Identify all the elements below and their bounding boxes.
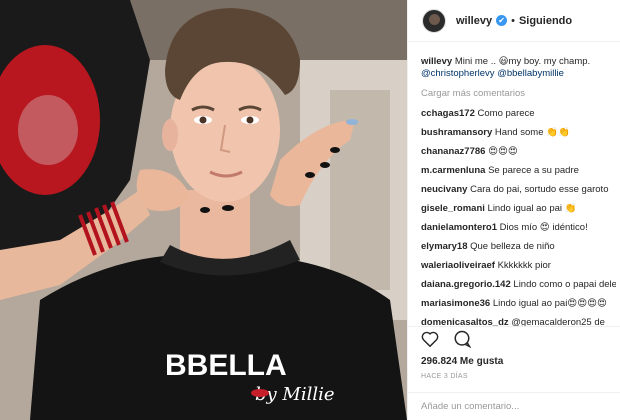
post-photo[interactable]: BBELLA by Millie bbox=[0, 0, 407, 420]
comment-username[interactable]: daiana.gregorio.142 bbox=[421, 279, 511, 290]
comment-text: Lindo como o papai dele.😍😍😍 bbox=[513, 279, 616, 290]
comment-text: Se parece a su padre bbox=[488, 165, 579, 176]
comment-username[interactable]: neucivany bbox=[421, 184, 467, 195]
likes-count[interactable]: 296.824 Me gusta bbox=[421, 356, 503, 367]
comment-row: cchagas172 Como parece bbox=[421, 108, 616, 120]
comment-username[interactable]: gisele_romani bbox=[421, 203, 485, 214]
comment-username[interactable]: bushramansory bbox=[421, 127, 492, 138]
comment-row: mariasimone36 Lindo igual ao pai😍😍😍😍 bbox=[421, 298, 616, 310]
comment-row: daiana.gregorio.142 Lindo como o papai d… bbox=[421, 279, 616, 291]
heart-icon[interactable] bbox=[421, 331, 439, 352]
comment-text: Kkkkkkk pior bbox=[497, 260, 551, 271]
comment-text: Lindo igual ao pai 👏 bbox=[487, 203, 577, 214]
comment-row: danielamontero1 Dios mío 😍 idéntico! bbox=[421, 222, 616, 234]
post-header: willevy ✔ • Siguiendo bbox=[408, 0, 620, 42]
comment-row: bushramansory Hand some 👏👏 bbox=[421, 127, 616, 139]
comment-row: neucivany Cara do pai, sortudo esse garo… bbox=[421, 184, 616, 196]
comment-row: elymary18 Que belleza de niño bbox=[421, 241, 616, 253]
header-separator: • bbox=[511, 14, 515, 27]
comment-text: Lindo igual ao pai😍😍😍😍 bbox=[492, 298, 607, 309]
load-more-comments-link[interactable]: Cargar más comentarios bbox=[421, 88, 616, 100]
caption-text: Mini me .. 😃my boy. my champ. bbox=[454, 56, 591, 67]
add-comment-input[interactable]: Añade un comentario... bbox=[407, 392, 620, 420]
verified-badge-icon: ✔ bbox=[496, 15, 508, 26]
comment-icon[interactable] bbox=[453, 330, 472, 353]
instagram-post: BBELLA by Millie willevy ✔ • Siguiendo w… bbox=[0, 0, 620, 420]
caption-mention[interactable]: @christopherlevy bbox=[421, 68, 495, 79]
comment-row: m.carmenluna Se parece a su padre bbox=[421, 165, 616, 177]
comment-row: gisele_romani Lindo igual ao pai 👏 bbox=[421, 203, 616, 215]
comment-username[interactable]: cchagas172 bbox=[421, 108, 475, 119]
caption: willevy Mini me .. 😃my boy. my champ. @c… bbox=[421, 56, 616, 80]
comment-row: waleriaoliveiraef Kkkkkkk pior bbox=[421, 260, 616, 272]
comment-text: Como parece bbox=[477, 108, 535, 119]
caption-mention[interactable]: @bbellabymillie bbox=[497, 68, 564, 79]
comment-row: chananaz7786 😍😍😍 bbox=[421, 146, 616, 158]
photo-illustration: BBELLA by Millie bbox=[0, 0, 407, 420]
cape-brand-text: BBELLA bbox=[165, 349, 287, 382]
comment-text: 😍😍😍 bbox=[488, 146, 518, 157]
post-time: HACE 3 DÍAS bbox=[421, 373, 468, 380]
comment-username[interactable]: chananaz7786 bbox=[421, 146, 485, 157]
following-button[interactable]: Siguiendo bbox=[519, 15, 572, 27]
action-bar bbox=[407, 326, 620, 356]
comment-username[interactable]: mariasimone36 bbox=[421, 298, 490, 309]
comment-username[interactable]: danielamontero1 bbox=[421, 222, 497, 233]
username-link[interactable]: willevy bbox=[456, 15, 492, 27]
avatar[interactable] bbox=[422, 8, 446, 33]
comment-text: Dios mío 😍 idéntico! bbox=[499, 222, 588, 233]
comments-list: willevy Mini me .. 😃my boy. my champ. @c… bbox=[421, 56, 616, 336]
comment-text: Cara do pai, sortudo esse garoto bbox=[470, 184, 609, 195]
comment-username[interactable]: waleriaoliveiraef bbox=[421, 260, 495, 271]
comment-username[interactable]: elymary18 bbox=[421, 241, 467, 252]
caption-username[interactable]: willevy bbox=[421, 56, 452, 67]
comment-text: Hand some 👏👏 bbox=[494, 127, 570, 138]
comment-username[interactable]: m.carmenluna bbox=[421, 165, 485, 176]
comment-text: Que belleza de niño bbox=[470, 241, 555, 252]
